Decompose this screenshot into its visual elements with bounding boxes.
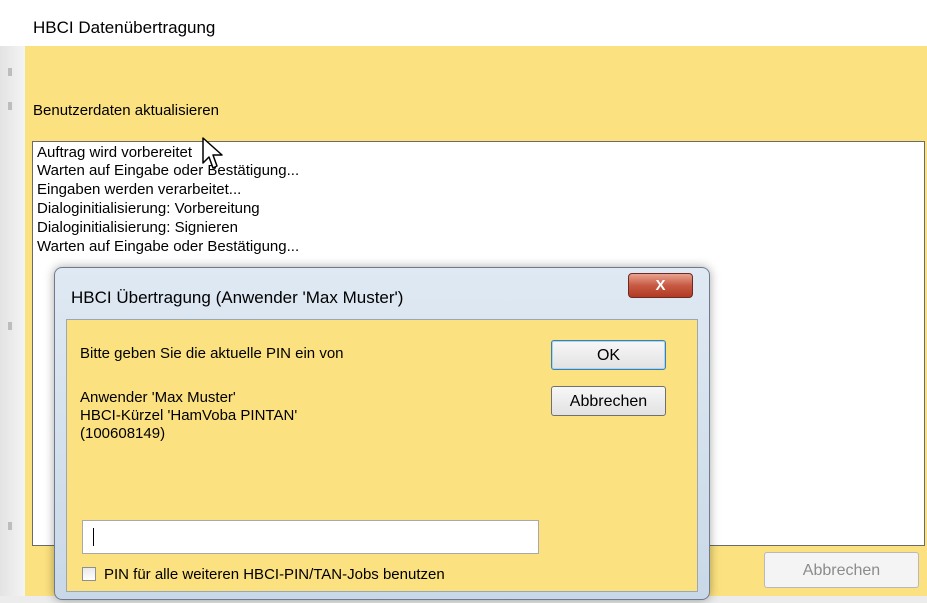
left-strip-mark: [8, 102, 12, 110]
user-info-line: Anwender 'Max Muster': [80, 389, 236, 406]
section-label: Benutzerdaten aktualisieren: [33, 102, 219, 119]
account-number-line: (100608149): [80, 425, 166, 442]
close-icon[interactable]: X: [628, 273, 693, 298]
left-background-strip: [0, 46, 25, 603]
hbci-key-line: HBCI-Kürzel 'HamVoba PINTAN': [80, 407, 298, 424]
pin-input[interactable]: [82, 520, 539, 554]
log-line: Dialoginitialisierung: Signieren: [37, 219, 238, 236]
main-cancel-button[interactable]: Abbrechen: [764, 552, 919, 588]
text-caret: [93, 528, 94, 546]
use-pin-for-all-label[interactable]: PIN für alle weiteren HBCI-PIN/TAN-Jobs …: [104, 566, 445, 583]
arrow-cursor-icon: [202, 137, 223, 169]
left-strip-mark: [8, 522, 12, 530]
pin-dialog: HBCI Übertragung (Anwender 'Max Muster')…: [54, 267, 710, 600]
log-line: Warten auf Eingabe oder Bestätigung...: [37, 238, 300, 255]
window-title: HBCI Datenübertragung: [33, 18, 216, 37]
log-line: Eingaben werden verarbeitet...: [37, 181, 242, 198]
use-pin-for-all-checkbox[interactable]: [82, 567, 96, 581]
left-strip-mark: [8, 68, 12, 76]
left-strip-mark: [8, 322, 12, 330]
log-line: Dialoginitialisierung: Vorbereitung: [37, 200, 260, 217]
dialog-title: HBCI Übertragung (Anwender 'Max Muster'): [71, 288, 404, 307]
ok-button[interactable]: OK: [551, 340, 666, 370]
dialog-cancel-button[interactable]: Abbrechen: [551, 386, 666, 416]
window-title-bar: HBCI Datenübertragung: [0, 0, 927, 46]
dialog-body: Bitte geben Sie die aktuelle PIN ein von…: [66, 319, 698, 592]
log-line: Auftrag wird vorbereitet: [37, 144, 193, 161]
pin-prompt: Bitte geben Sie die aktuelle PIN ein von: [80, 345, 344, 362]
log-line: Warten auf Eingabe oder Bestätigung...: [37, 162, 300, 179]
